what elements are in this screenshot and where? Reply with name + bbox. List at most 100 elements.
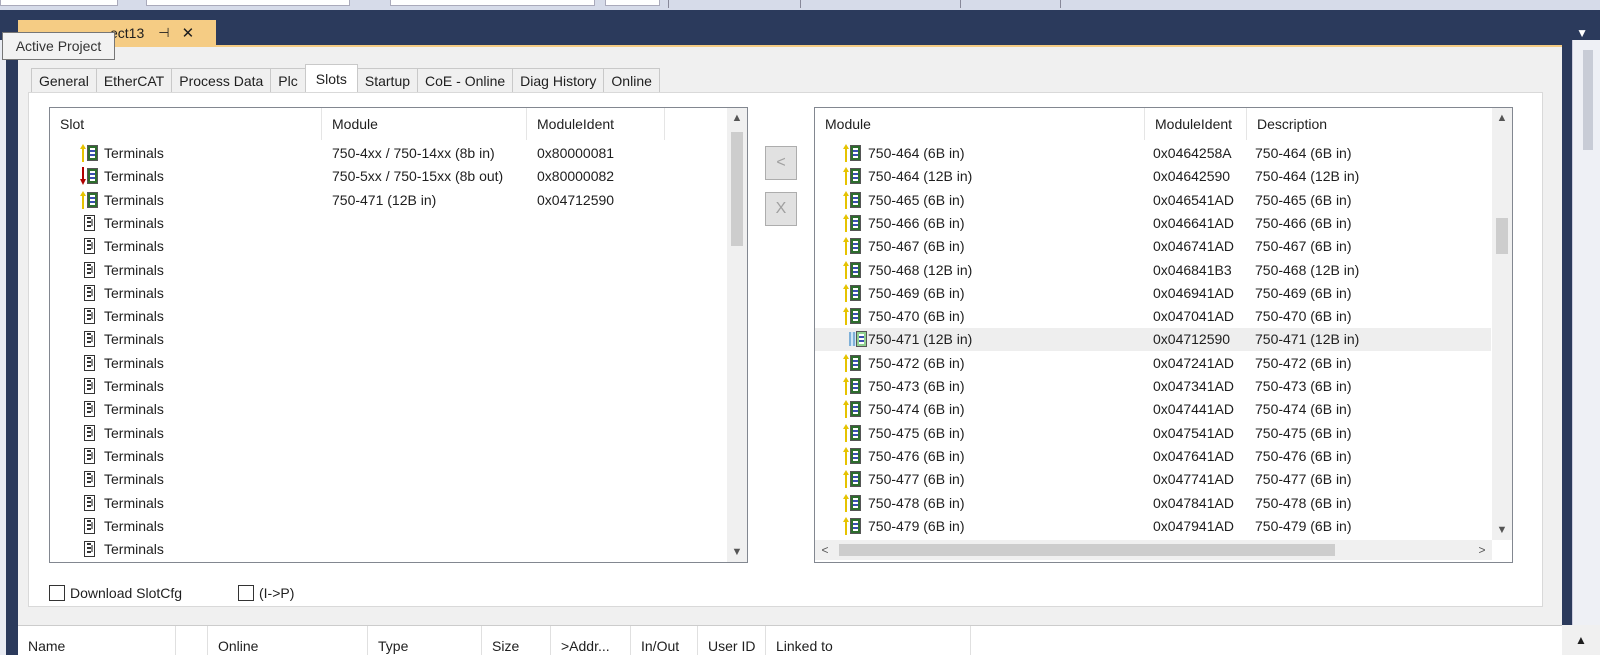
module-catalog-list[interactable]: Module ModuleIdent Description 750-464 (…	[814, 107, 1513, 563]
scroll-left-icon[interactable]: <	[815, 540, 835, 560]
table-row[interactable]: 750-475 (6B in) 0x047541AD 750-475 (6B in)	[815, 422, 1491, 445]
table-row[interactable]: 750-470 (6B in) 0x047041AD 750-470 (6B in)	[815, 305, 1491, 328]
checkbox-box[interactable]	[49, 585, 65, 601]
scroll-up-icon[interactable]: ▲	[727, 108, 747, 128]
table-row[interactable]: Terminals	[50, 212, 726, 235]
tab-process-data[interactable]: Process Data	[171, 68, 272, 92]
empty-terminal-icon	[80, 307, 100, 325]
tab-plc[interactable]: Plc	[270, 68, 306, 92]
catalog-vscroll-thumb[interactable]	[1496, 218, 1508, 254]
catalog-hscroll-thumb[interactable]	[839, 544, 1335, 556]
table-row[interactable]: Terminals	[50, 305, 726, 328]
scroll-right-icon[interactable]: >	[1472, 540, 1492, 560]
table-row[interactable]: Terminals	[50, 282, 726, 305]
table-row[interactable]: 750-468 (12B in) 0x046841B3 750-468 (12B i…	[815, 259, 1491, 282]
table-row[interactable]: Terminals	[50, 468, 726, 491]
table-row[interactable]: Terminals	[50, 398, 726, 421]
grid-column-blank[interactable]	[176, 626, 208, 655]
table-row[interactable]: 750-464 (12B in) 0x04642590 750-464 (12B i…	[815, 165, 1491, 188]
empty-terminal-icon	[80, 284, 100, 302]
window-menu-icon[interactable]: ▼	[1576, 26, 1588, 40]
grid-column-name[interactable]: Name	[18, 626, 176, 655]
scroll-up-icon[interactable]: ▲	[1492, 108, 1512, 128]
grid-column-in-out[interactable]: In/Out	[631, 626, 698, 655]
grid-column--addr-[interactable]: >Addr...	[551, 626, 631, 655]
table-row[interactable]: Terminals	[50, 352, 726, 375]
table-row[interactable]: 750-465 (6B in) 0x046541AD 750-465 (6B in)	[815, 189, 1491, 212]
column-header-slot[interactable]: Slot	[50, 108, 322, 140]
table-row[interactable]: 750-471 (12B in) 0x04712590 750-471 (12B i…	[815, 328, 1491, 352]
tab-startup[interactable]: Startup	[356, 68, 419, 92]
scroll-up-icon[interactable]: ▲	[1562, 625, 1600, 655]
column-header-module[interactable]: Module	[815, 108, 1145, 140]
grid-column-user-id[interactable]: User ID	[698, 626, 766, 655]
table-row[interactable]: 750-479 (6B in) 0x047941AD 750-479 (6B in)	[815, 515, 1491, 538]
tab-online[interactable]: Online	[603, 68, 660, 92]
close-icon[interactable]: ✕	[182, 24, 195, 42]
table-row[interactable]: Terminals	[50, 259, 726, 282]
table-row[interactable]: Terminals	[50, 328, 726, 351]
column-header-moduleident[interactable]: ModuleIdent	[527, 108, 665, 140]
catalog-description: 750-472 (6B in)	[1255, 354, 1352, 371]
slots-list[interactable]: Slot Module ModuleIdent Terminals 750-4xx…	[49, 107, 748, 563]
table-row[interactable]: Terminals 750-5xx / 750-15xx (8b out) 0x80…	[50, 165, 726, 188]
table-row[interactable]: Terminals	[50, 492, 726, 515]
table-row[interactable]: Terminals 750-4xx / 750-14xx (8b in) 0x800…	[50, 142, 726, 165]
catalog-description: 750-467 (6B in)	[1255, 238, 1352, 255]
right-side-strip	[1572, 40, 1600, 640]
checkbox-box[interactable]	[238, 585, 254, 601]
grid-column-online[interactable]: Online	[208, 626, 368, 655]
scroll-down-icon[interactable]: ▼	[727, 542, 747, 562]
tab-coe-online[interactable]: CoE - Online	[417, 68, 514, 92]
table-row[interactable]: 750-474 (6B in) 0x047441AD 750-474 (6B in)	[815, 398, 1491, 421]
table-row[interactable]: 750-472 (6B in) 0x047241AD 750-472 (6B in)	[815, 352, 1491, 375]
property-tabs: General EtherCAT Process Data Plc Slots Start…	[31, 64, 660, 92]
grid-column-linked-to[interactable]: Linked to	[766, 626, 971, 655]
table-row[interactable]: 750-476 (6B in) 0x047641AD 750-476 (6B in)	[815, 445, 1491, 468]
table-row[interactable]: Terminals	[50, 445, 726, 468]
slots-vscroll[interactable]: ▲ ▼	[727, 108, 747, 562]
slots-vscroll-thumb[interactable]	[731, 132, 743, 246]
table-row[interactable]: Terminals	[50, 375, 726, 398]
i-to-p-label: (I->P)	[259, 585, 295, 601]
slot-moduleident: 0x04712590	[537, 191, 615, 208]
remove-module-button[interactable]: X	[765, 192, 797, 226]
tab-diag-history[interactable]: Diag History	[512, 68, 605, 92]
input-module-icon	[843, 307, 863, 326]
column-header-moduleident[interactable]: ModuleIdent	[1145, 108, 1247, 140]
table-row[interactable]: Terminals	[50, 515, 726, 538]
pin-icon[interactable]: ⊣	[158, 25, 169, 41]
toolbar-dropdown[interactable]	[0, 0, 118, 6]
grid-column-type[interactable]: Type	[368, 626, 482, 655]
table-row[interactable]: 750-473 (6B in) 0x047341AD 750-473 (6B in)	[815, 375, 1491, 398]
catalog-module: 750-466 (6B in)	[868, 214, 965, 231]
table-row[interactable]: Terminals	[50, 235, 726, 258]
tab-ethercat[interactable]: EtherCAT	[95, 68, 173, 92]
table-row[interactable]: 750-477 (6B in) 0x047741AD 750-477 (6B in)	[815, 468, 1491, 491]
catalog-vscroll[interactable]: ▲ ▼	[1492, 108, 1512, 540]
toolbar-combo[interactable]	[146, 0, 350, 6]
right-scrollbar-thumb[interactable]	[1583, 50, 1593, 150]
table-row[interactable]: 750-469 (6B in) 0x046941AD 750-469 (6B in)	[815, 282, 1491, 305]
scroll-down-icon[interactable]: ▼	[1492, 520, 1512, 540]
toolbar-small-field[interactable]	[605, 0, 660, 6]
catalog-hscroll[interactable]: < >	[815, 540, 1492, 560]
table-row[interactable]: 750-478 (6B in) 0x047841AD 750-478 (6B in)	[815, 492, 1491, 515]
table-row[interactable]: 750-466 (6B in) 0x046641AD 750-466 (6B in)	[815, 212, 1491, 235]
download-slotcfg-checkbox[interactable]: Download SlotCfg	[49, 585, 182, 601]
toolbar-field[interactable]	[390, 0, 595, 6]
tab-general[interactable]: General	[31, 68, 97, 92]
table-row[interactable]: Terminals	[50, 422, 726, 445]
catalog-description: 750-464 (12B in)	[1255, 168, 1360, 185]
insert-module-button[interactable]: <	[765, 146, 797, 180]
catalog-description: 750-471 (12B in)	[1255, 331, 1360, 348]
table-row[interactable]: 750-467 (6B in) 0x046741AD 750-467 (6B in)	[815, 235, 1491, 258]
table-row[interactable]: Terminals 750-471 (12B in) 0x04712590	[50, 189, 726, 212]
column-header-description[interactable]: Description	[1247, 108, 1492, 140]
tab-slots[interactable]: Slots	[304, 64, 358, 92]
column-header-module[interactable]: Module	[322, 108, 527, 140]
i-to-p-checkbox[interactable]: (I->P)	[238, 585, 294, 601]
table-row[interactable]: 750-464 (6B in) 0x0464258A 750-464 (6B in)	[815, 142, 1491, 165]
grid-column-size[interactable]: Size	[482, 626, 551, 655]
table-row[interactable]: Terminals	[50, 538, 726, 561]
